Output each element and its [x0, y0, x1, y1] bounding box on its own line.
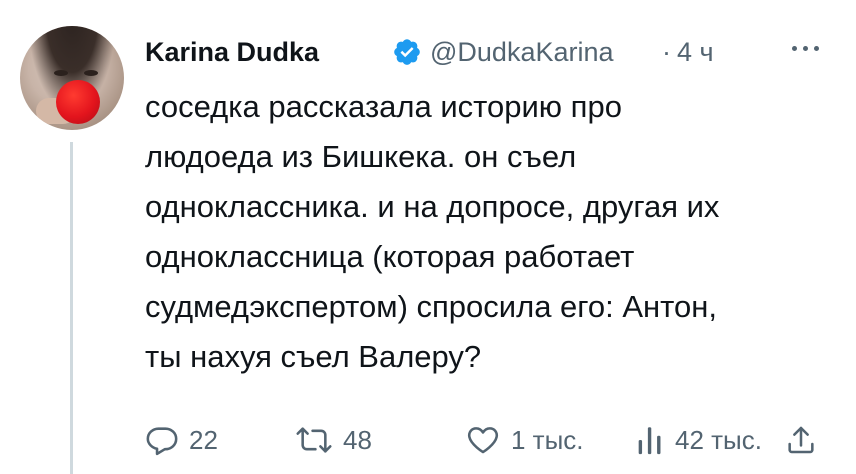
tweet-text-line: людоеда из Бишкека. он съел: [145, 139, 577, 174]
separator-dot: ·: [662, 36, 671, 67]
tweet-text-line: ты нахуя съел Валеру?: [145, 339, 482, 374]
retweet-count: 48: [343, 424, 372, 455]
tweet-time[interactable]: 4 ч: [677, 37, 714, 68]
like-button[interactable]: 1 тыс.: [465, 420, 584, 460]
tweet-header: Karina Dudka @DudkaKarina · 4 ч: [145, 32, 714, 72]
reply-button[interactable]: 22: [145, 420, 218, 460]
retweet-button[interactable]: 48: [295, 420, 372, 460]
avatar-eye-left: [54, 70, 68, 76]
action-bar: 22 48 1 тыс. 42 тыс.: [145, 420, 835, 460]
reply-bubble-icon: [146, 427, 178, 456]
author-handle[interactable]: @DudkaKarina: [430, 37, 658, 68]
avatar[interactable]: [20, 26, 124, 130]
tweet-text-line: соседка рассказала историю про: [145, 89, 622, 124]
views-bar-chart-icon: [638, 427, 661, 455]
tweet-text-line: одноклассница (которая работает: [145, 239, 635, 274]
more-dot: [814, 46, 819, 51]
heart-icon: [467, 427, 499, 454]
views-button[interactable]: 42 тыс.: [635, 420, 762, 460]
share-icon: [788, 426, 814, 454]
tweet-text-line: судмедэкспертом) спросила его: Антон,: [145, 289, 718, 324]
author-name[interactable]: Karina Dudka: [145, 37, 390, 68]
tweet-text-line: одноклассника. и на допросе, другая их: [145, 189, 720, 224]
tweet-card[interactable]: Karina Dudka @DudkaKarina · 4 ч соседка …: [0, 0, 856, 474]
more-dot: [792, 46, 797, 51]
more-horizontal-icon[interactable]: [786, 36, 826, 60]
avatar-clown-nose: [56, 80, 100, 124]
tweet-text: соседка рассказала историю про людоеда и…: [145, 82, 845, 382]
more-dot: [803, 46, 808, 51]
like-count: 1 тыс.: [511, 424, 584, 455]
reply-count: 22: [189, 424, 218, 455]
retweet-icon: [296, 427, 332, 453]
verified-badge-icon: [394, 39, 420, 65]
views-count: 42 тыс.: [675, 424, 762, 455]
share-button[interactable]: [785, 420, 817, 460]
thread-line: [70, 142, 73, 474]
avatar-eye-right: [84, 70, 98, 76]
